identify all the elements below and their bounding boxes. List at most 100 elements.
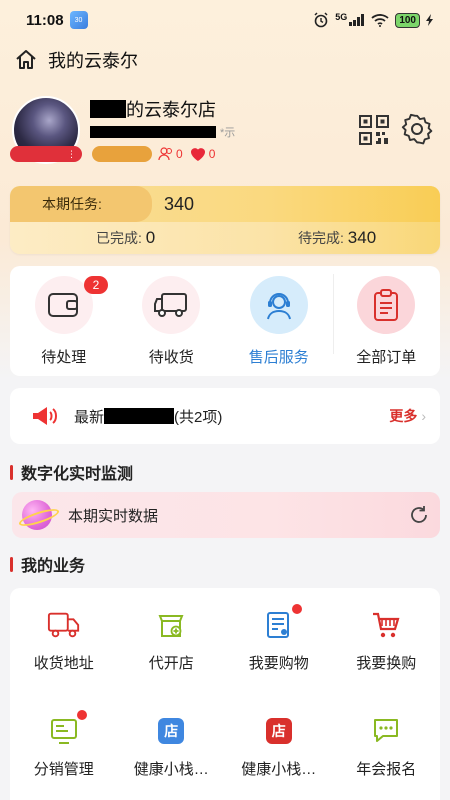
- business-grid: 收货地址 代开店 我要购物 我要换购 分销管理 店 健康小栈… 店 健康小栈… …: [10, 588, 440, 800]
- biz-label: 健康小栈…: [241, 761, 317, 778]
- biz-shopping[interactable]: 我要购物: [225, 588, 333, 694]
- shop-name-text: 的云泰尔店: [126, 100, 216, 120]
- refresh-icon[interactable]: [408, 504, 430, 526]
- biz-label: 我要换购: [356, 655, 417, 672]
- badge-dots-icon: ⋮: [67, 149, 76, 159]
- truck-icon: [154, 293, 188, 317]
- order-pending-label: 待处理: [41, 349, 87, 366]
- clipboard-icon: [374, 289, 399, 321]
- notice-text: 最新 (共2项): [74, 406, 222, 427]
- planet-icon: [22, 500, 52, 530]
- page-title: 我的云泰尔: [48, 51, 138, 71]
- task-card[interactable]: 本期任务: 340 已完成: 0 待完成: 340: [10, 186, 440, 254]
- task-period-label: 本期任务:: [10, 186, 152, 222]
- followers-count: 0: [176, 147, 183, 161]
- profile-meta: 0 0: [92, 146, 215, 162]
- biz-label: 年会报名: [356, 761, 417, 778]
- biz-label: 我要购物: [248, 655, 309, 672]
- notice-prefix: 最新: [74, 408, 105, 426]
- biz-health-store-2[interactable]: 店 健康小栈…: [225, 694, 333, 800]
- biz-distribution[interactable]: 分销管理: [10, 694, 118, 800]
- order-to-receive-circle: [142, 276, 201, 334]
- store-glyph: 店: [265, 718, 292, 744]
- chat-icon: [369, 714, 403, 748]
- redacted-block: [104, 408, 175, 424]
- shop-name: 的云泰尔店: [90, 96, 216, 122]
- home-icon[interactable]: [14, 48, 38, 72]
- likes-count: 0: [208, 147, 216, 161]
- signal-icon: [349, 14, 365, 26]
- app-notification-icon: 30: [69, 11, 88, 29]
- order-to-receive[interactable]: 待收货: [118, 266, 226, 376]
- notification-dot: [291, 604, 302, 614]
- monitor-section-title: 数字化实时监测: [10, 460, 133, 484]
- avatar-badge: ⋮: [10, 146, 82, 162]
- task-done-label: 已完成:: [96, 230, 142, 246]
- charging-icon: [426, 14, 433, 26]
- likes[interactable]: 0: [189, 146, 216, 162]
- order-to-receive-label: 待收货: [148, 349, 194, 366]
- business-section-title: 我的业务: [10, 552, 85, 576]
- store-glyph: 店: [158, 718, 185, 744]
- battery-icon: 100: [395, 12, 420, 28]
- shop-subtitle: *示: [90, 124, 235, 140]
- page-header: 我的云泰尔: [0, 40, 450, 80]
- biz-label: 代开店: [148, 655, 194, 672]
- order-list-icon: [262, 604, 302, 642]
- followers[interactable]: 0: [158, 147, 183, 161]
- task-pending-label: 待完成:: [298, 230, 344, 246]
- shop-add-icon: [154, 608, 188, 642]
- biz-shipping-address[interactable]: 收货地址: [10, 588, 118, 694]
- notice-more-label: 更多: [389, 408, 418, 424]
- shop-subtitle-text: *示: [220, 127, 236, 139]
- order-all-label: 全部订单: [356, 349, 417, 366]
- status-bar: 11:08 30 5G 100: [0, 0, 450, 40]
- order-shortcuts: 2 待处理 待收货 售后服务 全部订单: [10, 266, 440, 376]
- biz-open-store[interactable]: 代开店: [118, 588, 226, 694]
- gear-icon[interactable]: [400, 112, 434, 146]
- customer-service-icon: [266, 293, 291, 320]
- wifi-icon: [371, 14, 389, 27]
- biz-annual-signup[interactable]: 年会报名: [333, 694, 441, 800]
- notice-bar[interactable]: 最新 (共2项) 更多 ›: [10, 388, 440, 444]
- status-time: 11:08: [26, 11, 64, 29]
- profile-section: ⋮ 的云泰尔店 *示 0 0: [0, 96, 450, 181]
- cart-icon: [369, 608, 403, 642]
- wallet-icon: [47, 293, 78, 317]
- order-after-sales[interactable]: 售后服务: [225, 266, 333, 376]
- notice-more-link[interactable]: 更多 ›: [389, 406, 426, 426]
- chevron-right-icon: ›: [421, 408, 426, 424]
- heart-icon: [190, 148, 205, 161]
- task-done-value: 0: [145, 228, 156, 247]
- store-red-icon: 店: [262, 714, 296, 748]
- order-after-sales-circle: [249, 276, 308, 334]
- notice-suffix: (共2项): [174, 408, 223, 426]
- realtime-data-label: 本期实时数据: [68, 507, 159, 525]
- notification-dot: [76, 710, 87, 720]
- business-title-text: 我的业务: [21, 558, 86, 575]
- biz-health-store-1[interactable]: 店 健康小栈…: [118, 694, 226, 800]
- megaphone-icon: [33, 407, 57, 425]
- network-type: 5G: [335, 12, 348, 22]
- order-pending[interactable]: 2 待处理: [10, 266, 118, 376]
- realtime-data-card[interactable]: 本期实时数据: [12, 492, 440, 538]
- level-badge: [92, 146, 152, 162]
- biz-label: 分销管理: [33, 761, 94, 778]
- redacted-block: [90, 100, 126, 118]
- status-right: 5G 100: [313, 12, 434, 28]
- task-period-value: 340: [164, 194, 195, 214]
- order-after-sales-label: 售后服务: [248, 349, 309, 366]
- qr-code-icon[interactable]: [358, 114, 390, 146]
- alarm-icon: [314, 12, 328, 28]
- redacted-block: [90, 126, 216, 138]
- truck-icon: [47, 608, 81, 642]
- store-blue-icon: 店: [154, 714, 188, 748]
- task-pending-value: 340: [347, 228, 377, 247]
- biz-label: 收货地址: [33, 655, 94, 672]
- biz-exchange[interactable]: 我要换购: [333, 588, 441, 694]
- pending-count-badge: 2: [84, 276, 108, 294]
- biz-label: 健康小栈…: [133, 761, 209, 778]
- order-all[interactable]: 全部订单: [332, 266, 441, 376]
- order-all-circle: [357, 276, 416, 334]
- task-done: 已完成: 0: [96, 228, 155, 248]
